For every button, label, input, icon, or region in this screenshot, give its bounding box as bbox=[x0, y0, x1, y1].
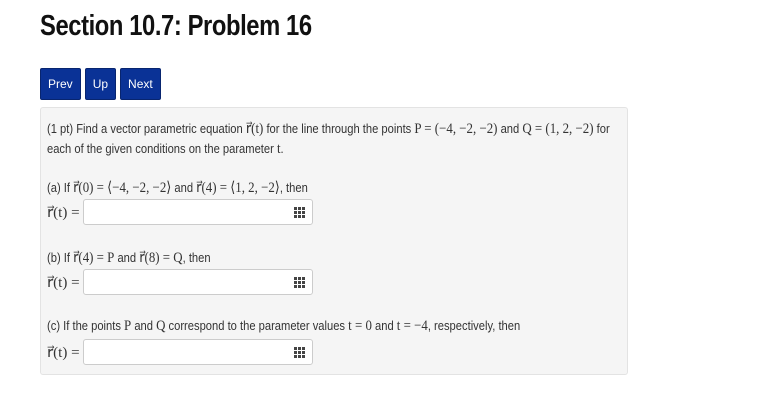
part-a-answer-field[interactable] bbox=[83, 199, 313, 225]
prev-button[interactable]: Prev bbox=[40, 68, 81, 100]
keypad-grid-icon[interactable] bbox=[294, 347, 305, 358]
keypad-grid-icon[interactable] bbox=[294, 207, 305, 218]
part-a-label: (a) If bbox=[47, 180, 74, 195]
part-a-and: and bbox=[171, 180, 197, 195]
statement-text: . bbox=[280, 141, 284, 156]
part-a-math-2: r⃗(4) = ⟨1, 2, −2⟩ bbox=[196, 180, 280, 196]
page-title: Section 10.7: Problem 16 bbox=[40, 10, 312, 42]
part-c-then: , respectively, then bbox=[427, 318, 521, 333]
problem-statement: (1 pt) Find a vector parametric equation… bbox=[47, 119, 615, 159]
statement-text: for the line through the points bbox=[263, 121, 415, 136]
problem-panel: (1 pt) Find a vector parametric equation… bbox=[40, 107, 628, 375]
part-b-math-1: r⃗(4) = P bbox=[73, 250, 115, 266]
math-r-of-t: r⃗(t) bbox=[245, 121, 264, 137]
part-b-and: and bbox=[114, 250, 140, 265]
part-b-then: , then bbox=[182, 250, 211, 265]
part-b-math-2: r⃗(8) = Q bbox=[139, 250, 183, 266]
keypad-grid-icon[interactable] bbox=[294, 277, 305, 288]
part-a-answer-input[interactable] bbox=[84, 200, 296, 224]
math-point-q: Q = (1, 2, −2) bbox=[522, 121, 594, 137]
part-c-label: (c) If the points bbox=[47, 318, 125, 333]
problem-nav: Prev Up Next bbox=[40, 68, 161, 100]
part-c-text-mid: correspond to the parameter values bbox=[165, 318, 349, 333]
math-point-p: P = (−4, −2, −2) bbox=[414, 121, 498, 137]
part-c-and-2: and bbox=[371, 318, 397, 333]
part-a-text: (a) If r⃗(0) = ⟨−4, −2, −2⟩ and r⃗(4) = … bbox=[47, 178, 308, 197]
part-b-answer-input[interactable] bbox=[84, 270, 296, 294]
part-b-answer-field[interactable] bbox=[83, 269, 313, 295]
part-c-and: and bbox=[131, 318, 157, 333]
statement-text: and bbox=[497, 121, 523, 136]
part-c-math-p: P bbox=[124, 318, 132, 334]
up-button[interactable]: Up bbox=[84, 68, 117, 100]
part-c-math-t0: t = 0 bbox=[348, 318, 372, 334]
part-c-answer-input[interactable] bbox=[84, 340, 296, 364]
statement-text: (1 pt) Find a vector parametric equation bbox=[47, 121, 246, 136]
part-a-answer-label: r⃗(t) = bbox=[47, 205, 80, 221]
part-a-then: , then bbox=[279, 180, 308, 195]
part-c-answer-label: r⃗(t) = bbox=[47, 345, 80, 361]
part-b-label: (b) If bbox=[47, 250, 74, 265]
part-a-math-1: r⃗(0) = ⟨−4, −2, −2⟩ bbox=[73, 180, 172, 196]
part-c-math-t1: t = −4 bbox=[396, 318, 428, 334]
part-b-answer-label: r⃗(t) = bbox=[47, 275, 80, 291]
next-button[interactable]: Next bbox=[120, 68, 161, 100]
part-c-answer-field[interactable] bbox=[83, 339, 313, 365]
part-c-text: (c) If the points P and Q correspond to … bbox=[47, 318, 520, 335]
part-c-math-q: Q bbox=[156, 318, 166, 334]
part-b-text: (b) If r⃗(4) = P and r⃗(8) = Q, then bbox=[47, 248, 211, 267]
